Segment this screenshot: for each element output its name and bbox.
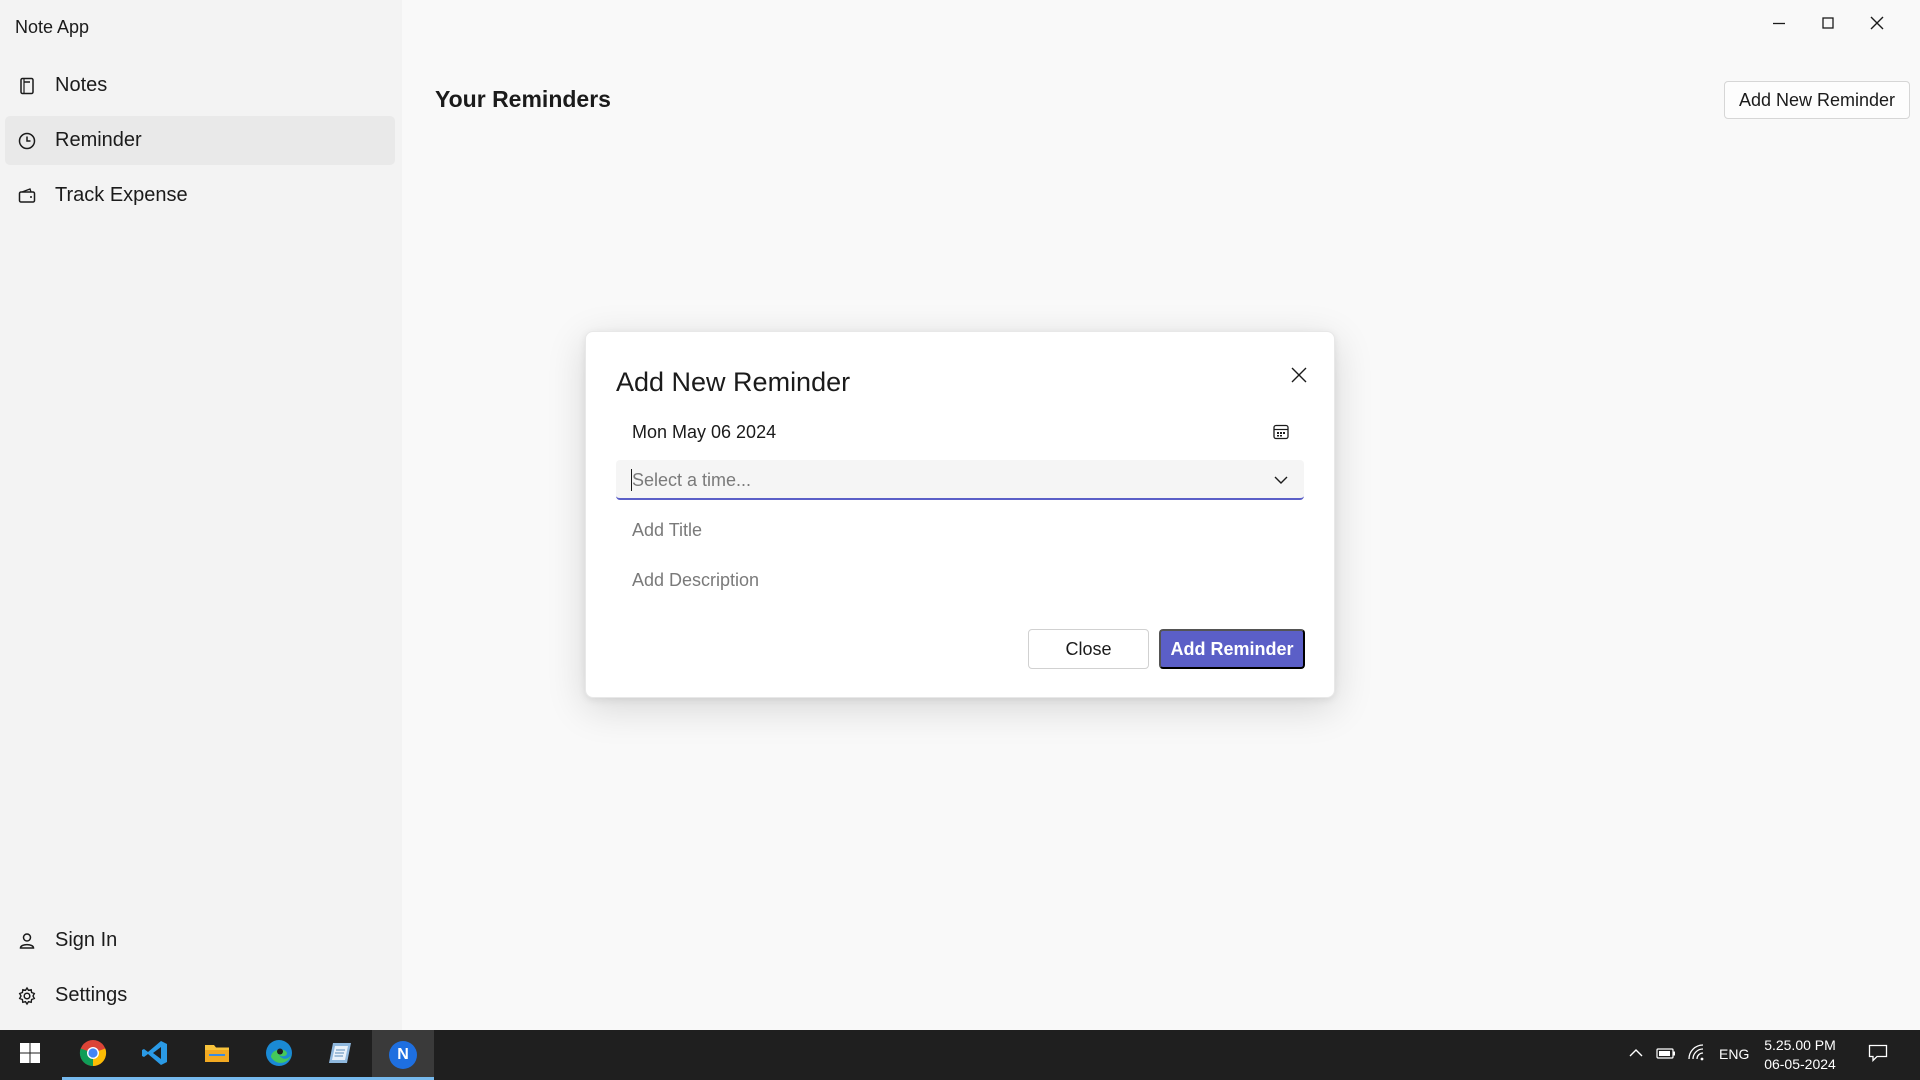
minimize-icon — [1771, 15, 1787, 36]
dialog-title: Add New Reminder — [616, 367, 851, 397]
sidebar-item-label: Sign In — [55, 929, 118, 951]
maximize-button[interactable] — [1805, 5, 1851, 45]
add-reminder-dialog: Add New Reminder Mon May 06 2024 Select … — [585, 331, 1335, 698]
window-close-button[interactable] — [1854, 5, 1900, 45]
sidebar-item-label: Reminder — [55, 129, 142, 151]
notification-icon — [1868, 1044, 1888, 1067]
gear-icon — [16, 985, 38, 1007]
maximize-icon — [1820, 15, 1836, 36]
note-app-icon: N — [389, 1041, 417, 1069]
title-input[interactable]: Add Title — [616, 510, 1304, 550]
description-input[interactable]: Add Description — [616, 560, 1304, 600]
sidebar-item-settings[interactable]: Settings — [5, 971, 395, 1020]
page-title: Your Reminders — [435, 86, 611, 112]
language-indicator[interactable]: ENG — [1719, 1046, 1749, 1062]
notepad-icon — [327, 1039, 355, 1072]
wallet-icon — [16, 185, 38, 207]
taskbar-file-explorer[interactable] — [186, 1030, 248, 1080]
network-button[interactable] — [1686, 1043, 1708, 1067]
sidebar-item-label: Notes — [55, 74, 108, 96]
minimize-button[interactable] — [1756, 5, 1802, 45]
vscode-icon — [141, 1039, 169, 1072]
sidebar-item-reminder[interactable]: Reminder — [5, 116, 395, 165]
sidebar-item-notes[interactable]: Notes — [5, 61, 395, 110]
sidebar-item-track-expense[interactable]: Track Expense — [5, 171, 395, 220]
edge-icon — [265, 1039, 293, 1072]
clock-date: 06-05-2024 — [1764, 1056, 1836, 1072]
taskbar-chrome[interactable] — [62, 1030, 124, 1080]
show-hidden-icons-button[interactable] — [1625, 1044, 1647, 1066]
taskbar-vscode[interactable] — [124, 1030, 186, 1080]
dialog-close-button[interactable] — [1284, 362, 1314, 392]
time-picker[interactable]: Select a time... — [616, 460, 1304, 500]
taskbar-edge[interactable] — [248, 1030, 310, 1080]
battery-button[interactable] — [1655, 1044, 1677, 1066]
time-placeholder: Select a time... — [632, 470, 752, 490]
taskbar-clock[interactable]: 5.25.00 PM 06-05-2024 — [1760, 1036, 1840, 1074]
close-button[interactable]: Close — [1028, 629, 1149, 669]
taskbar: N ENG 5.25.00 PM 06-05-2024 — [0, 1030, 1920, 1080]
file-explorer-icon — [203, 1039, 231, 1072]
text-caret — [631, 469, 632, 491]
notebook-icon — [16, 75, 38, 97]
chevron-down-icon[interactable] — [1270, 469, 1292, 491]
sidebar: Note App Notes Reminder Track Expense Si… — [0, 0, 402, 1030]
close-icon — [1869, 15, 1885, 36]
app-title: Note App — [15, 17, 90, 37]
chrome-icon — [79, 1039, 107, 1072]
person-icon — [16, 930, 38, 952]
wifi-icon — [1687, 1043, 1707, 1067]
start-button[interactable] — [0, 1030, 60, 1080]
windows-start-icon — [19, 1042, 41, 1069]
date-picker[interactable]: Mon May 06 2024 — [616, 412, 1304, 452]
battery-icon — [1656, 1045, 1676, 1066]
description-placeholder: Add Description — [632, 570, 760, 590]
date-value: Mon May 06 2024 — [632, 422, 777, 442]
title-placeholder: Add Title — [632, 520, 703, 540]
close-icon — [1290, 366, 1308, 389]
sidebar-item-label: Settings — [55, 984, 128, 1006]
action-center-button[interactable] — [1867, 1044, 1889, 1066]
sidebar-item-label: Track Expense — [55, 184, 188, 206]
taskbar-note-app[interactable]: N — [372, 1030, 434, 1080]
add-reminder-button[interactable]: Add Reminder — [1159, 629, 1305, 669]
chevron-up-icon — [1628, 1045, 1644, 1066]
calendar-icon[interactable] — [1270, 421, 1292, 443]
sidebar-item-sign-in[interactable]: Sign In — [5, 916, 395, 965]
add-new-reminder-button[interactable]: Add New Reminder — [1724, 81, 1910, 119]
clock-icon — [16, 130, 38, 152]
clock-time: 5.25.00 PM — [1764, 1037, 1836, 1053]
note-app-letter: N — [397, 1046, 409, 1063]
taskbar-notepad[interactable] — [310, 1030, 372, 1080]
